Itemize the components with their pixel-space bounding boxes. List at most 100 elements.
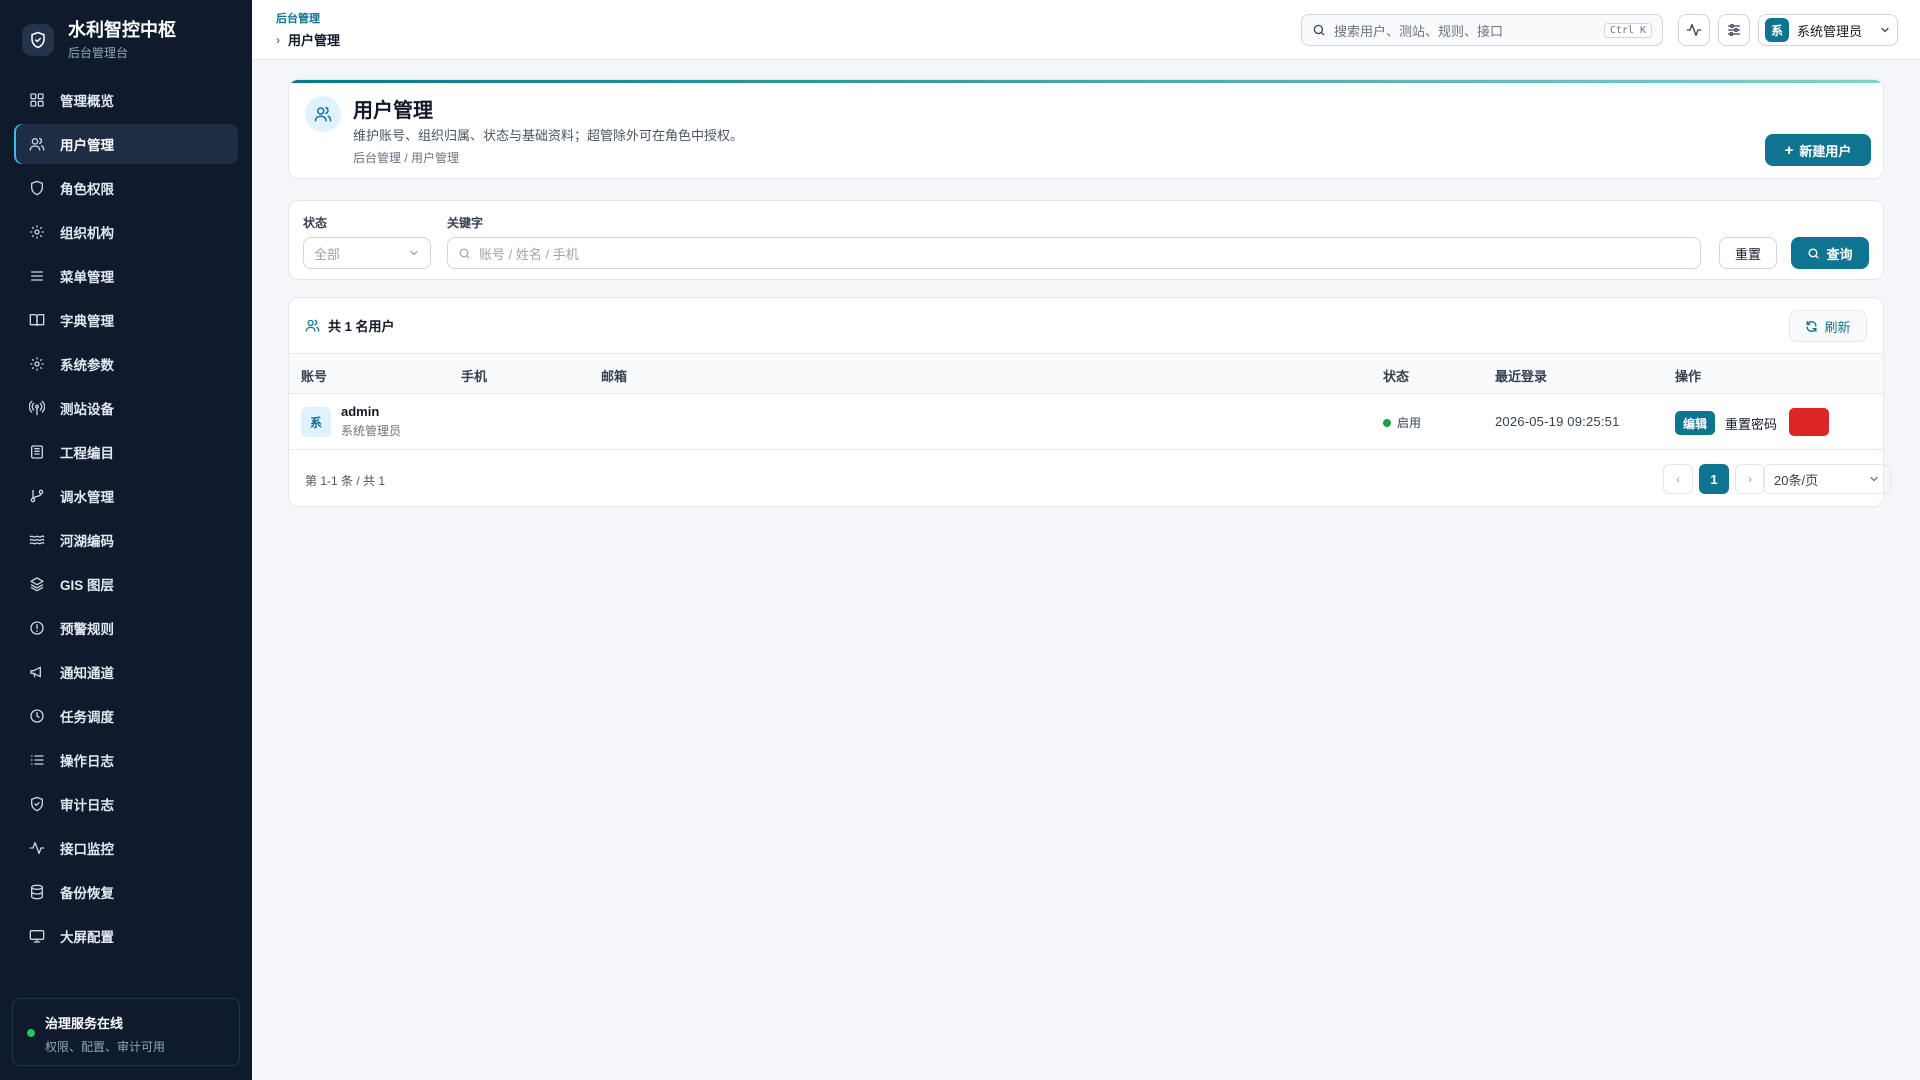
sidebar-item-label: 组织机构 (60, 226, 114, 241)
query-label: 查询 (1826, 246, 1853, 262)
shield-logo-icon (22, 24, 54, 56)
accent-bar (289, 80, 1883, 83)
sidebar-item-label: 接口监控 (60, 842, 114, 857)
delete-button[interactable] (1789, 408, 1829, 436)
page-size-select[interactable]: 20条/页 (1763, 464, 1891, 494)
pagination-info: 第 1-1 条 / 共 1 (305, 474, 386, 488)
search-placeholder: 搜索用户、测站、规则、接口 (1334, 23, 1504, 39)
sidebar-item-op-logs[interactable]: 操作日志 (14, 740, 238, 780)
monitor-icon (28, 927, 46, 945)
users-icon (305, 96, 341, 132)
chevron-down-icon (1868, 473, 1880, 485)
refresh-button[interactable]: 刷新 (1789, 310, 1867, 342)
sidebar-item-org[interactable]: 组织机构 (14, 212, 238, 252)
sidebar-item-label: 河湖编码 (60, 534, 114, 549)
status-dot (27, 1029, 35, 1037)
table-row: 系 admin 系统管理员 启用 2026-05-19 09:25:51 编辑 … (289, 394, 1883, 450)
status-text: 启用 (1397, 416, 1422, 430)
sidebar-item-big-screen[interactable]: 大屏配置 (14, 916, 238, 956)
users-icon (305, 318, 320, 333)
reset-button[interactable]: 重置 (1719, 237, 1777, 269)
keyword-filter-label: 关键字 (447, 216, 484, 230)
page-header-card: 用户管理 维护账号、组织归属、状态与基础资料；超管除外可在角色中授权。 后台管理… (288, 79, 1884, 179)
sidebar-item-channels[interactable]: 通知通道 (14, 652, 238, 692)
global-search-input[interactable]: 搜索用户、测站、规则、接口 Ctrl K (1301, 14, 1663, 46)
sidebar-item-water-transfer[interactable]: 调水管理 (14, 476, 238, 516)
sidebar-item-river-codes[interactable]: 河湖编码 (14, 520, 238, 560)
breadcrumb-parent[interactable]: 后台管理 (276, 10, 320, 26)
topbar: 后台管理 › 用户管理 搜索用户、测站、规则、接口 Ctrl K 系 系统管理员 (252, 0, 1920, 60)
sidebar-item-label: 备份恢复 (60, 886, 114, 901)
prev-page-button[interactable]: ‹ (1663, 464, 1693, 494)
users-icon (28, 135, 46, 153)
book-icon (28, 311, 46, 329)
sidebar-item-users[interactable]: 用户管理 (14, 124, 238, 164)
sidebar-nav: 管理概览 用户管理 角色权限 组织机构 菜单管理 字典管理 系统参数 测站设备 … (0, 80, 252, 956)
service-status-card: 治理服务在线 权限、配置、审计可用 (12, 998, 240, 1066)
status-select-value: 全部 (314, 246, 341, 262)
users-table-card: 共 1 名用户 刷新 账号 手机 邮箱 状态 最近登录 操作 系 admin 系… (288, 297, 1891, 507)
sidebar-item-menu[interactable]: 菜单管理 (14, 256, 238, 296)
shield-icon (28, 179, 46, 197)
edit-button[interactable]: 编辑 (1675, 411, 1715, 435)
user-count-title: 共 1 名用户 (328, 319, 395, 334)
sidebar-item-dictionary[interactable]: 字典管理 (14, 300, 238, 340)
sidebar-item-label: GIS 图层 (60, 578, 115, 593)
avatar: 系 (1765, 18, 1789, 42)
database-icon (28, 883, 46, 901)
sidebar-item-stations[interactable]: 测站设备 (14, 388, 238, 428)
sidebar-item-label: 系统参数 (60, 358, 114, 373)
query-button[interactable]: 查询 (1791, 237, 1869, 269)
settings-button[interactable] (1718, 14, 1750, 46)
shortcut-hint: Ctrl K (1603, 22, 1652, 38)
next-page-button[interactable]: › (1735, 464, 1765, 494)
sidebar-item-params[interactable]: 系统参数 (14, 344, 238, 384)
clock-icon (28, 707, 46, 725)
search-icon (1312, 23, 1326, 37)
reset-password-button[interactable]: 重置密码 (1725, 414, 1777, 433)
column-header-phone: 手机 (461, 369, 488, 384)
sidebar-item-label: 预警规则 (60, 622, 114, 637)
activity-button[interactable] (1678, 14, 1710, 46)
sidebar-item-roles[interactable]: 角色权限 (14, 168, 238, 208)
dashboard-icon (28, 91, 46, 109)
sidebar-item-alert-rules[interactable]: 预警规则 (14, 608, 238, 648)
status-filter-label: 状态 (303, 216, 328, 230)
alert-circle-icon (28, 619, 46, 637)
account-name: admin (341, 404, 380, 419)
breadcrumb-current: 用户管理 (288, 33, 341, 48)
sidebar-item-overview[interactable]: 管理概览 (14, 80, 238, 120)
table-head: 账号 手机 邮箱 状态 最近登录 操作 (289, 354, 1883, 394)
brand-title: 水利智控中枢 (68, 20, 176, 40)
sidebar-item-label: 用户管理 (60, 138, 114, 153)
new-user-button[interactable]: + 新建用户 (1765, 134, 1871, 166)
page-number-button[interactable]: 1 (1699, 464, 1729, 494)
layers-icon (28, 575, 46, 593)
sidebar-item-label: 调水管理 (60, 490, 114, 505)
sidebar-item-label: 审计日志 (60, 798, 114, 813)
keyword-input[interactable]: 账号 / 姓名 / 手机 (447, 237, 1701, 269)
megaphone-icon (28, 663, 46, 681)
page-title: 用户管理 (353, 100, 433, 122)
sidebar-item-label: 菜单管理 (60, 270, 114, 285)
sidebar-item-gis[interactable]: GIS 图层 (14, 564, 238, 604)
sidebar-item-scheduler[interactable]: 任务调度 (14, 696, 238, 736)
sidebar-item-audit-logs[interactable]: 审计日志 (14, 784, 238, 824)
sidebar-item-backup[interactable]: 备份恢复 (14, 872, 238, 912)
status-select[interactable]: 全部 (303, 237, 431, 269)
sidebar-item-label: 管理概览 (60, 94, 114, 109)
service-status-title: 治理服务在线 (45, 1016, 124, 1031)
page-breadcrumb: 后台管理 / 用户管理 (353, 151, 460, 165)
filter-card: 状态 全部 关键字 账号 / 姓名 / 手机 重置 查询 (288, 200, 1884, 280)
sidebar-item-label: 通知通道 (60, 666, 114, 681)
sidebar-item-label: 操作日志 (60, 754, 114, 769)
user-menu[interactable]: 系 系统管理员 (1758, 14, 1898, 46)
column-header-email: 邮箱 (601, 369, 628, 384)
sidebar-item-projects[interactable]: 工程编目 (14, 432, 238, 472)
sidebar-item-api-monitor[interactable]: 接口监控 (14, 828, 238, 868)
status-badge: 启用 (1383, 414, 1421, 431)
avatar: 系 (301, 407, 331, 437)
plus-icon: + (1784, 141, 1794, 159)
table-header-bar: 共 1 名用户 刷新 (289, 298, 1883, 354)
chevron-left-icon: ‹ (1676, 472, 1680, 486)
